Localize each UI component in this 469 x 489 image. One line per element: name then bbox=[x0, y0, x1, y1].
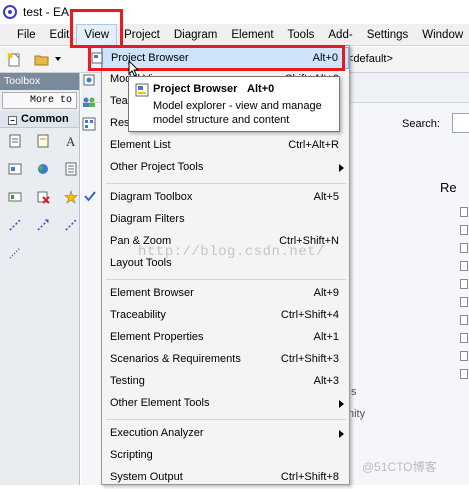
document-icon bbox=[460, 261, 468, 271]
menu-diagram[interactable]: Diagram bbox=[167, 24, 224, 46]
document-icon bbox=[460, 369, 468, 379]
toolbox-panel: Toolbox More to − Common A bbox=[0, 73, 80, 485]
menu-item-scripting[interactable]: Scripting bbox=[102, 445, 349, 467]
menu-item-diagram-toolbox[interactable]: Diagram Toolbox Alt+5 bbox=[102, 187, 349, 209]
menu-item-traceability[interactable]: Traceability Ctrl+Shift+4 bbox=[102, 305, 349, 327]
tooltip-project-browser: Project Browser Alt+0 Model explorer - v… bbox=[128, 76, 340, 132]
toolbox-header: Toolbox bbox=[0, 73, 79, 90]
search-label: Search: bbox=[402, 118, 440, 130]
menu-item-diagram-filters[interactable]: Diagram Filters bbox=[102, 209, 349, 231]
menu-item-system-output[interactable]: System Output Ctrl+Shift+8 bbox=[102, 467, 349, 489]
project-browser-icon bbox=[135, 83, 149, 97]
star-tool-icon[interactable] bbox=[64, 190, 78, 204]
default-perspective[interactable]: <default> bbox=[347, 53, 393, 65]
menu-item-scenarios-requirements[interactable]: Scenarios & Requirements Ctrl+Shift+3 bbox=[102, 349, 349, 371]
tree-root-partial: Re bbox=[440, 180, 457, 195]
tooltip-description: Model explorer - view and manage model s… bbox=[153, 100, 322, 126]
toolbox-section-common[interactable]: − Common bbox=[0, 111, 79, 128]
document-icon bbox=[460, 333, 468, 343]
document-icon bbox=[460, 243, 468, 253]
dependency-tool-icon[interactable] bbox=[8, 218, 22, 232]
note-tool-icon[interactable] bbox=[8, 134, 22, 148]
search-input[interactable] bbox=[452, 113, 469, 133]
section-toggle-icon: − bbox=[8, 116, 17, 125]
realize-tool-icon[interactable] bbox=[36, 218, 50, 232]
document-icon bbox=[460, 225, 468, 235]
menu-item-other-project-tools[interactable]: Other Project Tools bbox=[102, 157, 349, 179]
new-icon[interactable] bbox=[6, 52, 22, 68]
submenu-arrow-icon bbox=[339, 164, 344, 172]
background-text: s bbox=[351, 386, 357, 398]
menu-tools[interactable]: Tools bbox=[281, 24, 322, 46]
trace-tool-icon[interactable] bbox=[64, 218, 78, 232]
menu-item-element-browser[interactable]: Element Browser Alt+9 bbox=[102, 283, 349, 305]
menu-item-other-element-tools[interactable]: Other Element Tools bbox=[102, 393, 349, 415]
menu-separator bbox=[106, 419, 346, 420]
menu-separator bbox=[106, 183, 346, 184]
model-view-icon bbox=[83, 74, 95, 86]
menu-item-testing[interactable]: Testing Alt+3 bbox=[102, 371, 349, 393]
open-folder-icon[interactable] bbox=[34, 52, 50, 68]
menu-item-element-properties[interactable]: Element Properties Alt+1 bbox=[102, 327, 349, 349]
delete-tool-icon[interactable] bbox=[36, 190, 50, 204]
dropdown-arrow-icon[interactable] bbox=[54, 55, 62, 63]
constraint-tool-icon[interactable] bbox=[8, 190, 22, 204]
document-icon bbox=[460, 207, 468, 217]
list-tool-icon[interactable] bbox=[64, 162, 78, 176]
document-tool-icon[interactable] bbox=[36, 134, 50, 148]
globe-tool-icon[interactable] bbox=[36, 162, 50, 176]
mouse-cursor-icon bbox=[128, 60, 140, 77]
more-tools-button[interactable]: More to bbox=[2, 92, 77, 109]
menu-settings[interactable]: Settings bbox=[360, 24, 416, 46]
annotation-highlight-project-browser bbox=[88, 45, 345, 71]
resources-icon bbox=[82, 117, 96, 131]
background-text: nity bbox=[348, 408, 366, 420]
document-icon bbox=[460, 351, 468, 361]
document-icon bbox=[460, 315, 468, 325]
note-link-tool-icon[interactable] bbox=[8, 246, 22, 260]
menu-add-ins[interactable]: Add-Ins bbox=[321, 24, 359, 63]
menu-project[interactable]: Project bbox=[117, 24, 167, 46]
document-icon bbox=[460, 297, 468, 307]
menu-file[interactable]: File bbox=[0, 24, 43, 46]
document-icon bbox=[460, 279, 468, 289]
menu-separator bbox=[106, 279, 346, 280]
corner-watermark: @51CTO博客 bbox=[362, 460, 437, 474]
app-icon bbox=[3, 5, 17, 19]
annotation-highlight-view-menu bbox=[70, 9, 123, 48]
svg-text:A: A bbox=[66, 134, 76, 148]
watermark-text: http://blog.csdn.net/ bbox=[138, 244, 325, 260]
menu-element[interactable]: Element bbox=[224, 24, 280, 46]
menu-item-execution-analyzer[interactable]: Execution Analyzer bbox=[102, 423, 349, 445]
menu-window[interactable]: Window bbox=[415, 24, 469, 46]
artifact-tool-icon[interactable] bbox=[8, 162, 22, 176]
section-label: Common bbox=[21, 113, 69, 125]
tooltip-shortcut: Alt+0 bbox=[247, 83, 275, 95]
submenu-arrow-icon bbox=[339, 400, 344, 408]
menu-item-element-list[interactable]: Element List Ctrl+Alt+R bbox=[102, 135, 349, 157]
window-title: test - EA bbox=[23, 5, 70, 19]
text-tool-icon[interactable]: A bbox=[64, 134, 78, 148]
checkmark-icon bbox=[84, 191, 96, 202]
submenu-arrow-icon bbox=[339, 430, 344, 438]
team-review-icon bbox=[83, 97, 95, 107]
tooltip-title: Project Browser bbox=[153, 83, 238, 95]
